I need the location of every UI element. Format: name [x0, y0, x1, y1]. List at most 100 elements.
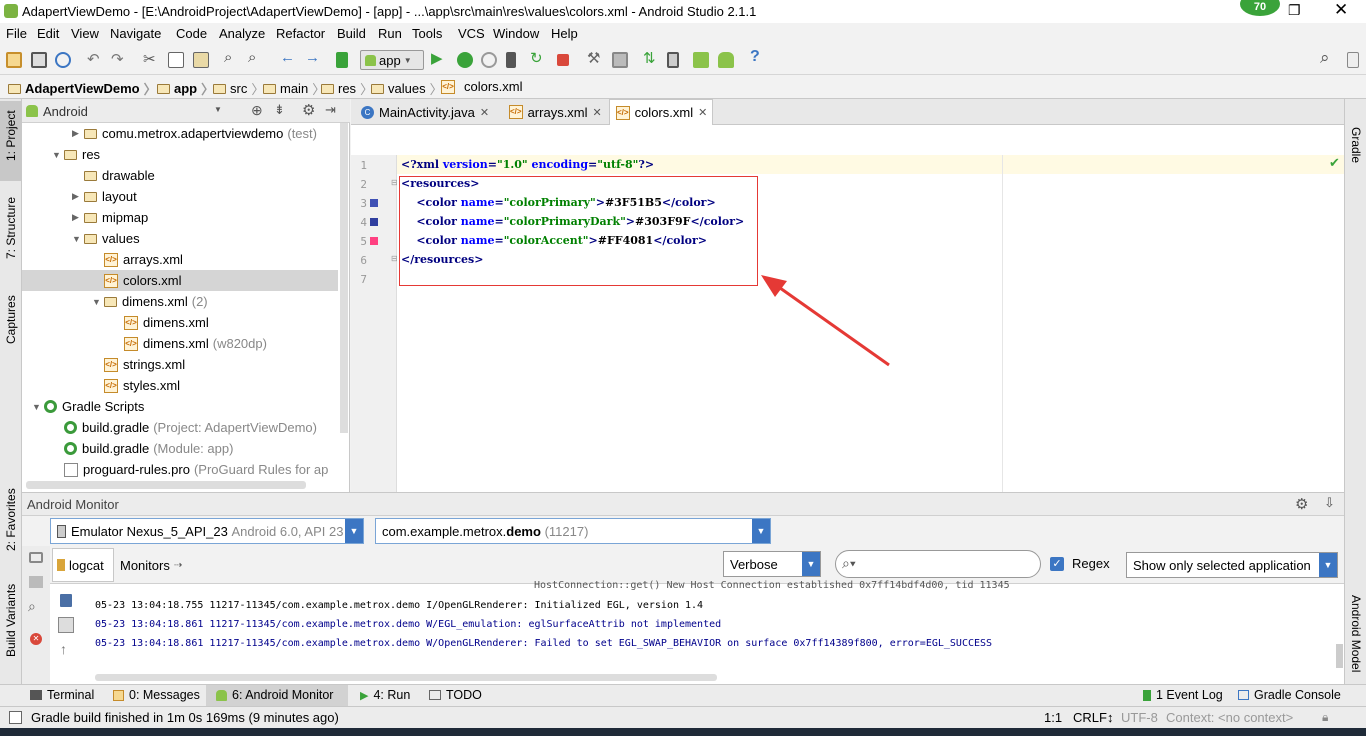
save-icon[interactable] [31, 52, 47, 68]
tree-item[interactable]: proguard-rules.pro (ProGuard Rules for ap [22, 459, 338, 480]
collapse-arrow-icon[interactable]: ▼ [72, 234, 84, 244]
regex-checkbox[interactable]: ✓ [1050, 557, 1064, 571]
log-vertical-scrollbar[interactable] [1336, 644, 1343, 668]
tree-item[interactable]: </> arrays.xml [22, 249, 338, 270]
expand-arrow-icon[interactable]: ▶ [72, 128, 84, 139]
tool-window-captures-label[interactable]: Captures [4, 295, 18, 344]
up-arrow-icon[interactable]: ↑ [60, 641, 67, 657]
breadcrumb-values[interactable]: values 〉 [371, 79, 443, 98]
clear-logcat-icon[interactable] [60, 594, 72, 607]
run-icon[interactable]: ▶ [431, 49, 443, 67]
back-icon[interactable]: ← [280, 49, 295, 66]
tree-item[interactable]: ▼ res [22, 144, 338, 165]
menu-tools[interactable]: Tools [412, 26, 442, 41]
tree-item[interactable]: build.gradle (Module: app) [22, 438, 338, 459]
close-icon[interactable]: ✕ [480, 106, 489, 119]
update-badge[interactable]: 70 [1238, 0, 1282, 18]
scroll-to-end-icon[interactable] [58, 617, 74, 633]
color-swatch-icon[interactable] [370, 237, 378, 245]
profile-icon[interactable] [506, 52, 516, 68]
tree-item[interactable]: ▶ comu.metrox.adapertviewdemo (test) [22, 123, 338, 144]
tab-android-monitor[interactable]: 6: Android Monitor [216, 688, 333, 702]
debug-icon[interactable] [457, 52, 473, 68]
restore-window-icon[interactable]: ❐ [1288, 2, 1301, 19]
tool-window-gradle-label[interactable]: Gradle [1349, 127, 1363, 163]
tree-item[interactable]: ▶ layout [22, 186, 338, 207]
gradle-sync-icon[interactable]: ⇅ [643, 49, 656, 67]
breadcrumb-res[interactable]: res 〉 [321, 79, 373, 98]
avd-manager-icon[interactable] [667, 52, 679, 68]
tab-run[interactable]: ▶ 4: Run [360, 688, 410, 702]
chevron-down-icon[interactable]: ▼ [1319, 553, 1337, 577]
screen-record-icon[interactable] [29, 576, 43, 588]
tree-vertical-scrollbar[interactable] [340, 123, 348, 433]
tool-window-android-model-label[interactable]: Android Model [1349, 595, 1363, 672]
device-select[interactable]: Emulator Nexus_5_API_23 Android 6.0, API… [50, 518, 364, 544]
menu-help[interactable]: Help [551, 26, 578, 41]
project-structure-icon[interactable]: ⚒ [587, 49, 600, 67]
breadcrumb-src[interactable]: src 〉 [213, 79, 264, 98]
search-input[interactable] [866, 555, 1031, 573]
open-folder-icon[interactable] [6, 52, 22, 68]
tool-window-build-variants-label[interactable]: Build Variants [4, 584, 18, 657]
tab-event-log[interactable]: 1 Event Log [1143, 688, 1223, 702]
gear-icon[interactable]: ⚙ [302, 101, 315, 119]
stop-icon[interactable] [557, 54, 569, 66]
gear-icon[interactable]: ⚙ [1295, 495, 1308, 513]
replace-icon[interactable]: ⌕ [248, 49, 256, 66]
menu-view[interactable]: View [71, 26, 99, 41]
help-icon[interactable]: ? [750, 48, 760, 66]
tab-messages[interactable]: 0: Messages [113, 688, 200, 702]
tree-item[interactable]: ▼ values [22, 228, 338, 249]
redo-icon[interactable]: ↷ [111, 50, 124, 68]
tree-item[interactable]: build.gradle (Project: AdapertViewDemo) [22, 417, 338, 438]
line-separator[interactable]: CRLF↕ [1073, 710, 1113, 725]
code-line[interactable]: <?xml version="1.0" encoding="utf-8"?> [401, 158, 654, 171]
tab-arrays-xml[interactable]: </> arrays.xml ✕ [503, 99, 607, 125]
logcat-output[interactable]: ↑ HostConnection::get() New Host Connect… [50, 580, 1344, 684]
tree-item[interactable]: </> colors.xml [22, 270, 338, 291]
status-toggle-icon[interactable] [9, 711, 22, 724]
log-horizontal-scrollbar[interactable] [95, 674, 717, 681]
search-everywhere-icon[interactable]: ⌕ [1320, 48, 1330, 68]
tree-item[interactable]: ▼ dimens.xml (2) [22, 291, 338, 312]
find-icon[interactable]: ⌕ [224, 49, 232, 66]
caret-position[interactable]: 1:1 [1044, 710, 1062, 725]
tab-gradle-console[interactable]: Gradle Console [1238, 688, 1341, 702]
breadcrumb-main[interactable]: main 〉 [263, 79, 325, 98]
layout-icon[interactable] [1347, 52, 1359, 68]
close-icon[interactable]: ✕ [698, 106, 707, 119]
undo-icon[interactable]: ↶ [87, 50, 100, 68]
android-icon[interactable] [718, 52, 734, 68]
log-filter-select[interactable]: Show only selected application ▼ [1126, 552, 1338, 578]
menu-vcs[interactable]: VCS [458, 26, 485, 41]
forward-icon[interactable]: → [305, 49, 320, 66]
file-encoding[interactable]: UTF-8 [1121, 710, 1158, 725]
sdk-manager-icon[interactable] [612, 52, 628, 68]
tree-item[interactable]: ▼ Gradle Scripts [22, 396, 338, 417]
scroll-from-source-icon[interactable]: ⊕ [251, 102, 263, 119]
menu-refactor[interactable]: Refactor [276, 26, 325, 41]
breadcrumb-project[interactable]: AdapertViewDemo 〉 [8, 79, 157, 98]
chevron-down-icon[interactable]: ▼ [214, 105, 222, 114]
attach-debugger-icon[interactable] [481, 52, 497, 68]
tree-item[interactable]: </> dimens.xml [22, 312, 338, 333]
context-indicator[interactable]: Context: <no context> [1166, 710, 1293, 725]
apply-changes-icon[interactable]: ↻ [530, 49, 543, 67]
fold-marker-icon[interactable]: ⊟ [391, 254, 398, 263]
menu-navigate[interactable]: Navigate [110, 26, 161, 41]
expand-arrow-icon[interactable]: ▶ [72, 191, 84, 202]
log-level-select[interactable]: Verbose ▼ [723, 551, 821, 577]
chevron-down-icon[interactable]: ▼ [752, 519, 770, 543]
tree-item[interactable]: </> strings.xml [22, 354, 338, 375]
lock-icon[interactable]: 🔒︎ [1322, 710, 1328, 725]
tree-item[interactable]: drawable [22, 165, 338, 186]
color-swatch-icon[interactable] [370, 218, 378, 226]
tab-monitors[interactable]: Monitors ⇢ [116, 548, 190, 582]
copy-icon[interactable] [168, 52, 184, 68]
cut-icon[interactable]: ✂ [143, 50, 156, 68]
breadcrumb-app[interactable]: app 〉 [157, 79, 214, 98]
collapse-all-icon[interactable]: ⇟ [274, 102, 285, 118]
tab-colors-xml[interactable]: </> colors.xml ✕ [609, 99, 713, 125]
make-project-icon[interactable] [336, 52, 348, 68]
